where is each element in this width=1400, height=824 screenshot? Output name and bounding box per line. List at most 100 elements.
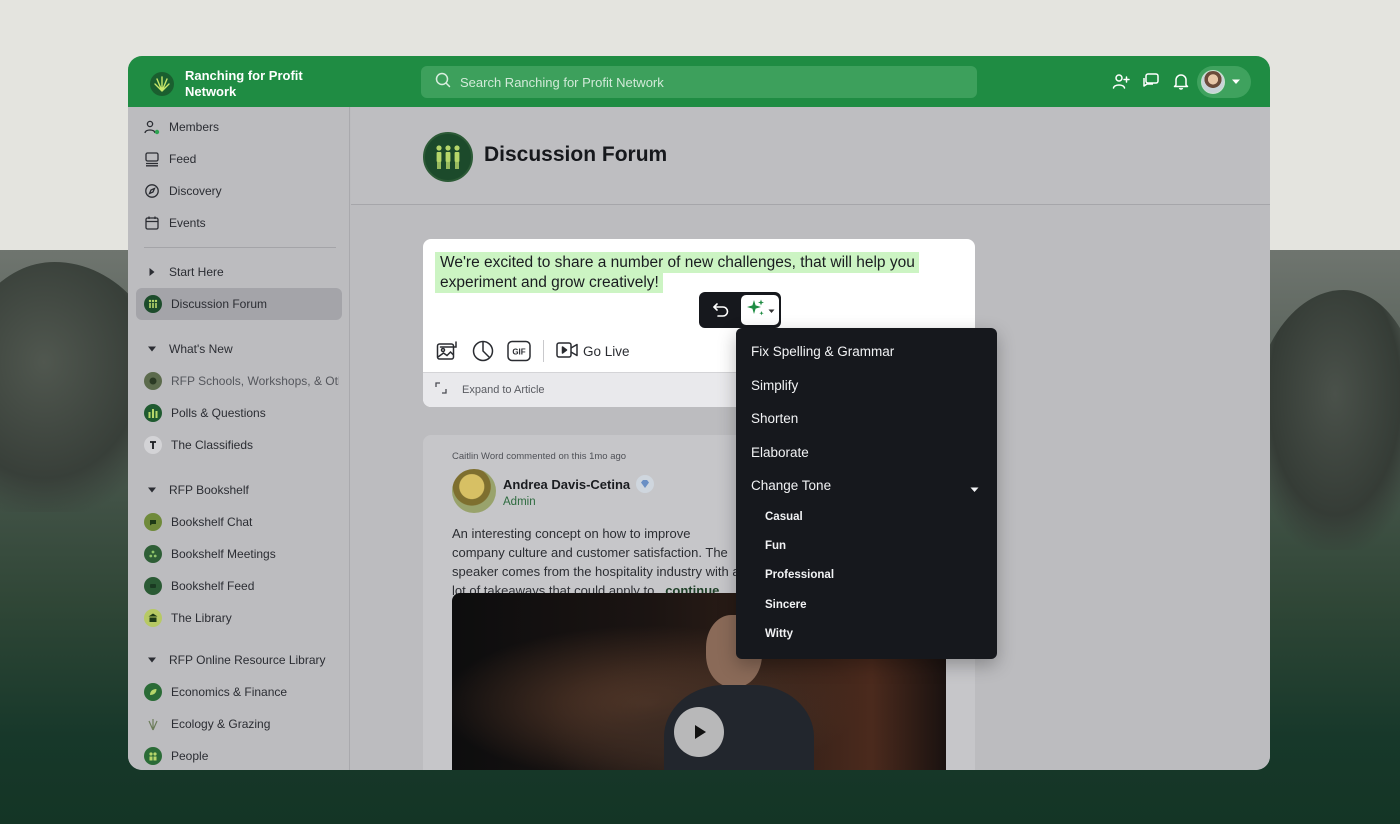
ai-assist-button[interactable] (741, 295, 779, 325)
sidebar-item-label: Polls & Questions (171, 406, 266, 420)
menu-item-shorten[interactable]: Shorten (736, 402, 997, 436)
menu-item-elaborate[interactable]: Elaborate (736, 436, 997, 470)
members-icon (144, 119, 160, 135)
sidebar-item-label: Feed (169, 152, 197, 166)
group-avatar-icon (144, 372, 162, 390)
sidebar-item-bookshelf-meetings[interactable]: Bookshelf Meetings (136, 538, 342, 570)
sidebar-item-bookshelf-feed[interactable]: Bookshelf Feed (136, 570, 342, 602)
sidebar-item-label: The Classifieds (171, 438, 254, 452)
tone-casual[interactable]: Casual (736, 503, 997, 532)
people-group-icon (144, 295, 162, 313)
tone-sincere[interactable]: Sincere (736, 590, 997, 619)
poll-chart-icon[interactable] (471, 339, 495, 363)
top-actions (1110, 70, 1192, 92)
sidebar-item-label: Bookshelf Meetings (171, 547, 276, 561)
search-icon (435, 72, 451, 93)
add-user-icon[interactable] (1110, 70, 1132, 92)
feed-circle-icon (144, 577, 162, 595)
library-building-icon (144, 609, 162, 627)
sidebar-section-online-library[interactable]: RFP Online Resource Library (136, 644, 342, 676)
sidebar-item-members[interactable]: Members (136, 111, 342, 143)
account-menu[interactable] (1197, 66, 1251, 98)
composer-text[interactable]: We're excited to share a number of new c… (435, 252, 955, 293)
tone-professional[interactable]: Professional (736, 561, 997, 590)
highlighted-selection: We're excited to share a number of new c… (435, 252, 919, 293)
chat-bubble-icon (144, 513, 162, 531)
sidebar-item-classifieds[interactable]: The Classifieds (136, 429, 342, 461)
sidebar-item-discussion-forum[interactable]: Discussion Forum (136, 288, 342, 320)
menu-item-change-tone[interactable]: Change Tone (736, 469, 997, 503)
expand-label: Expand to Article (462, 384, 545, 396)
grass-icon (144, 715, 162, 733)
people-icon (144, 747, 162, 765)
forum-header: Discussion Forum (351, 107, 1270, 205)
post-meta: Caitlin Word commented on this 1mo ago (452, 451, 627, 462)
author-role: Admin (503, 496, 536, 508)
sidebar-item-label: Bookshelf Chat (171, 515, 253, 529)
brand-name: Ranching for Profit Network (185, 68, 303, 99)
go-live-button[interactable]: Go Live (556, 341, 630, 362)
sidebar-item-feed[interactable]: Feed (136, 143, 342, 175)
sidebar-item-ecology[interactable]: Ecology & Grazing (136, 708, 342, 740)
gif-label: GIF (512, 348, 525, 357)
forum-logo-icon (423, 132, 473, 182)
caret-down-icon (144, 486, 160, 494)
sidebar-section-title: What's New (169, 342, 233, 356)
sidebar-item-label: Bookshelf Feed (171, 579, 255, 593)
sidebar-item-library[interactable]: The Library (136, 602, 342, 634)
sidebar-item-label: The Library (171, 611, 232, 625)
sidebar-section-title: RFP Bookshelf (169, 483, 249, 497)
sidebar-item-discovery[interactable]: Discovery (136, 175, 342, 207)
grass-logo-icon (150, 72, 174, 96)
post-author[interactable]: Andrea Davis-Cetina (503, 475, 655, 493)
video-camera-icon (556, 341, 578, 362)
brand[interactable]: Ranching for Profit Network (150, 68, 335, 100)
sparkle-icon (746, 298, 766, 323)
bar-chart-icon (144, 404, 162, 422)
post-body: An interesting concept on how to improve… (452, 524, 742, 600)
menu-item-simplify[interactable]: Simplify (736, 369, 997, 403)
group-circle-icon (144, 545, 162, 563)
letter-t-icon (144, 436, 162, 454)
sidebar-item-label: Discovery (169, 184, 222, 198)
chevron-down-icon (768, 301, 775, 319)
sidebar-item-label: Discussion Forum (171, 297, 268, 311)
tone-witty[interactable]: Witty (736, 619, 997, 648)
sidebar-section-bookshelf[interactable]: RFP Bookshelf (136, 474, 342, 506)
sidebar-divider (144, 247, 336, 248)
play-button-icon[interactable] (674, 707, 724, 757)
caret-down-icon (144, 345, 160, 353)
sidebar-item-people[interactable]: People (136, 740, 342, 770)
search-input[interactable] (460, 74, 960, 90)
image-upload-icon[interactable] (435, 339, 459, 363)
ai-menu: Fix Spelling & Grammar Simplify Shorten … (736, 328, 997, 659)
avatar (1201, 70, 1225, 94)
search-bar[interactable] (421, 66, 977, 98)
author-avatar[interactable] (452, 469, 496, 513)
sidebar-item-rfp-schools[interactable]: RFP Schools, Workshops, & Other Events (136, 365, 342, 397)
chevron-down-icon (1231, 73, 1241, 91)
author-name: Andrea Davis-Cetina (503, 476, 631, 492)
sidebar-item-economics[interactable]: Economics & Finance (136, 676, 342, 708)
composer-tools: GIF Go Live (435, 339, 630, 363)
ai-toolbar (699, 292, 781, 328)
sidebar-item-events[interactable]: Events (136, 207, 342, 239)
sidebar-item-start-here[interactable]: Start Here (136, 256, 342, 288)
compass-icon (144, 183, 160, 199)
menu-item-fix-spelling[interactable]: Fix Spelling & Grammar (736, 335, 997, 369)
sidebar-item-bookshelf-chat[interactable]: Bookshelf Chat (136, 506, 342, 538)
bell-icon[interactable] (1170, 70, 1192, 92)
feed-icon (144, 151, 160, 167)
sidebar-item-label: Events (169, 216, 206, 230)
tone-fun[interactable]: Fun (736, 532, 997, 561)
caret-down-icon (970, 481, 979, 496)
chat-icon[interactable] (1140, 70, 1162, 92)
sidebar: Members Feed Discovery Events Start Here… (128, 107, 350, 770)
sidebar-item-label: RFP Schools, Workshops, & Other Events (171, 374, 339, 388)
sidebar-item-label: Start Here (169, 265, 224, 279)
undo-icon[interactable] (705, 296, 737, 324)
gif-icon[interactable]: GIF (507, 339, 531, 363)
sidebar-section-whats-new[interactable]: What's New (136, 333, 342, 365)
sidebar-item-polls[interactable]: Polls & Questions (136, 397, 342, 429)
leaf-icon (144, 683, 162, 701)
